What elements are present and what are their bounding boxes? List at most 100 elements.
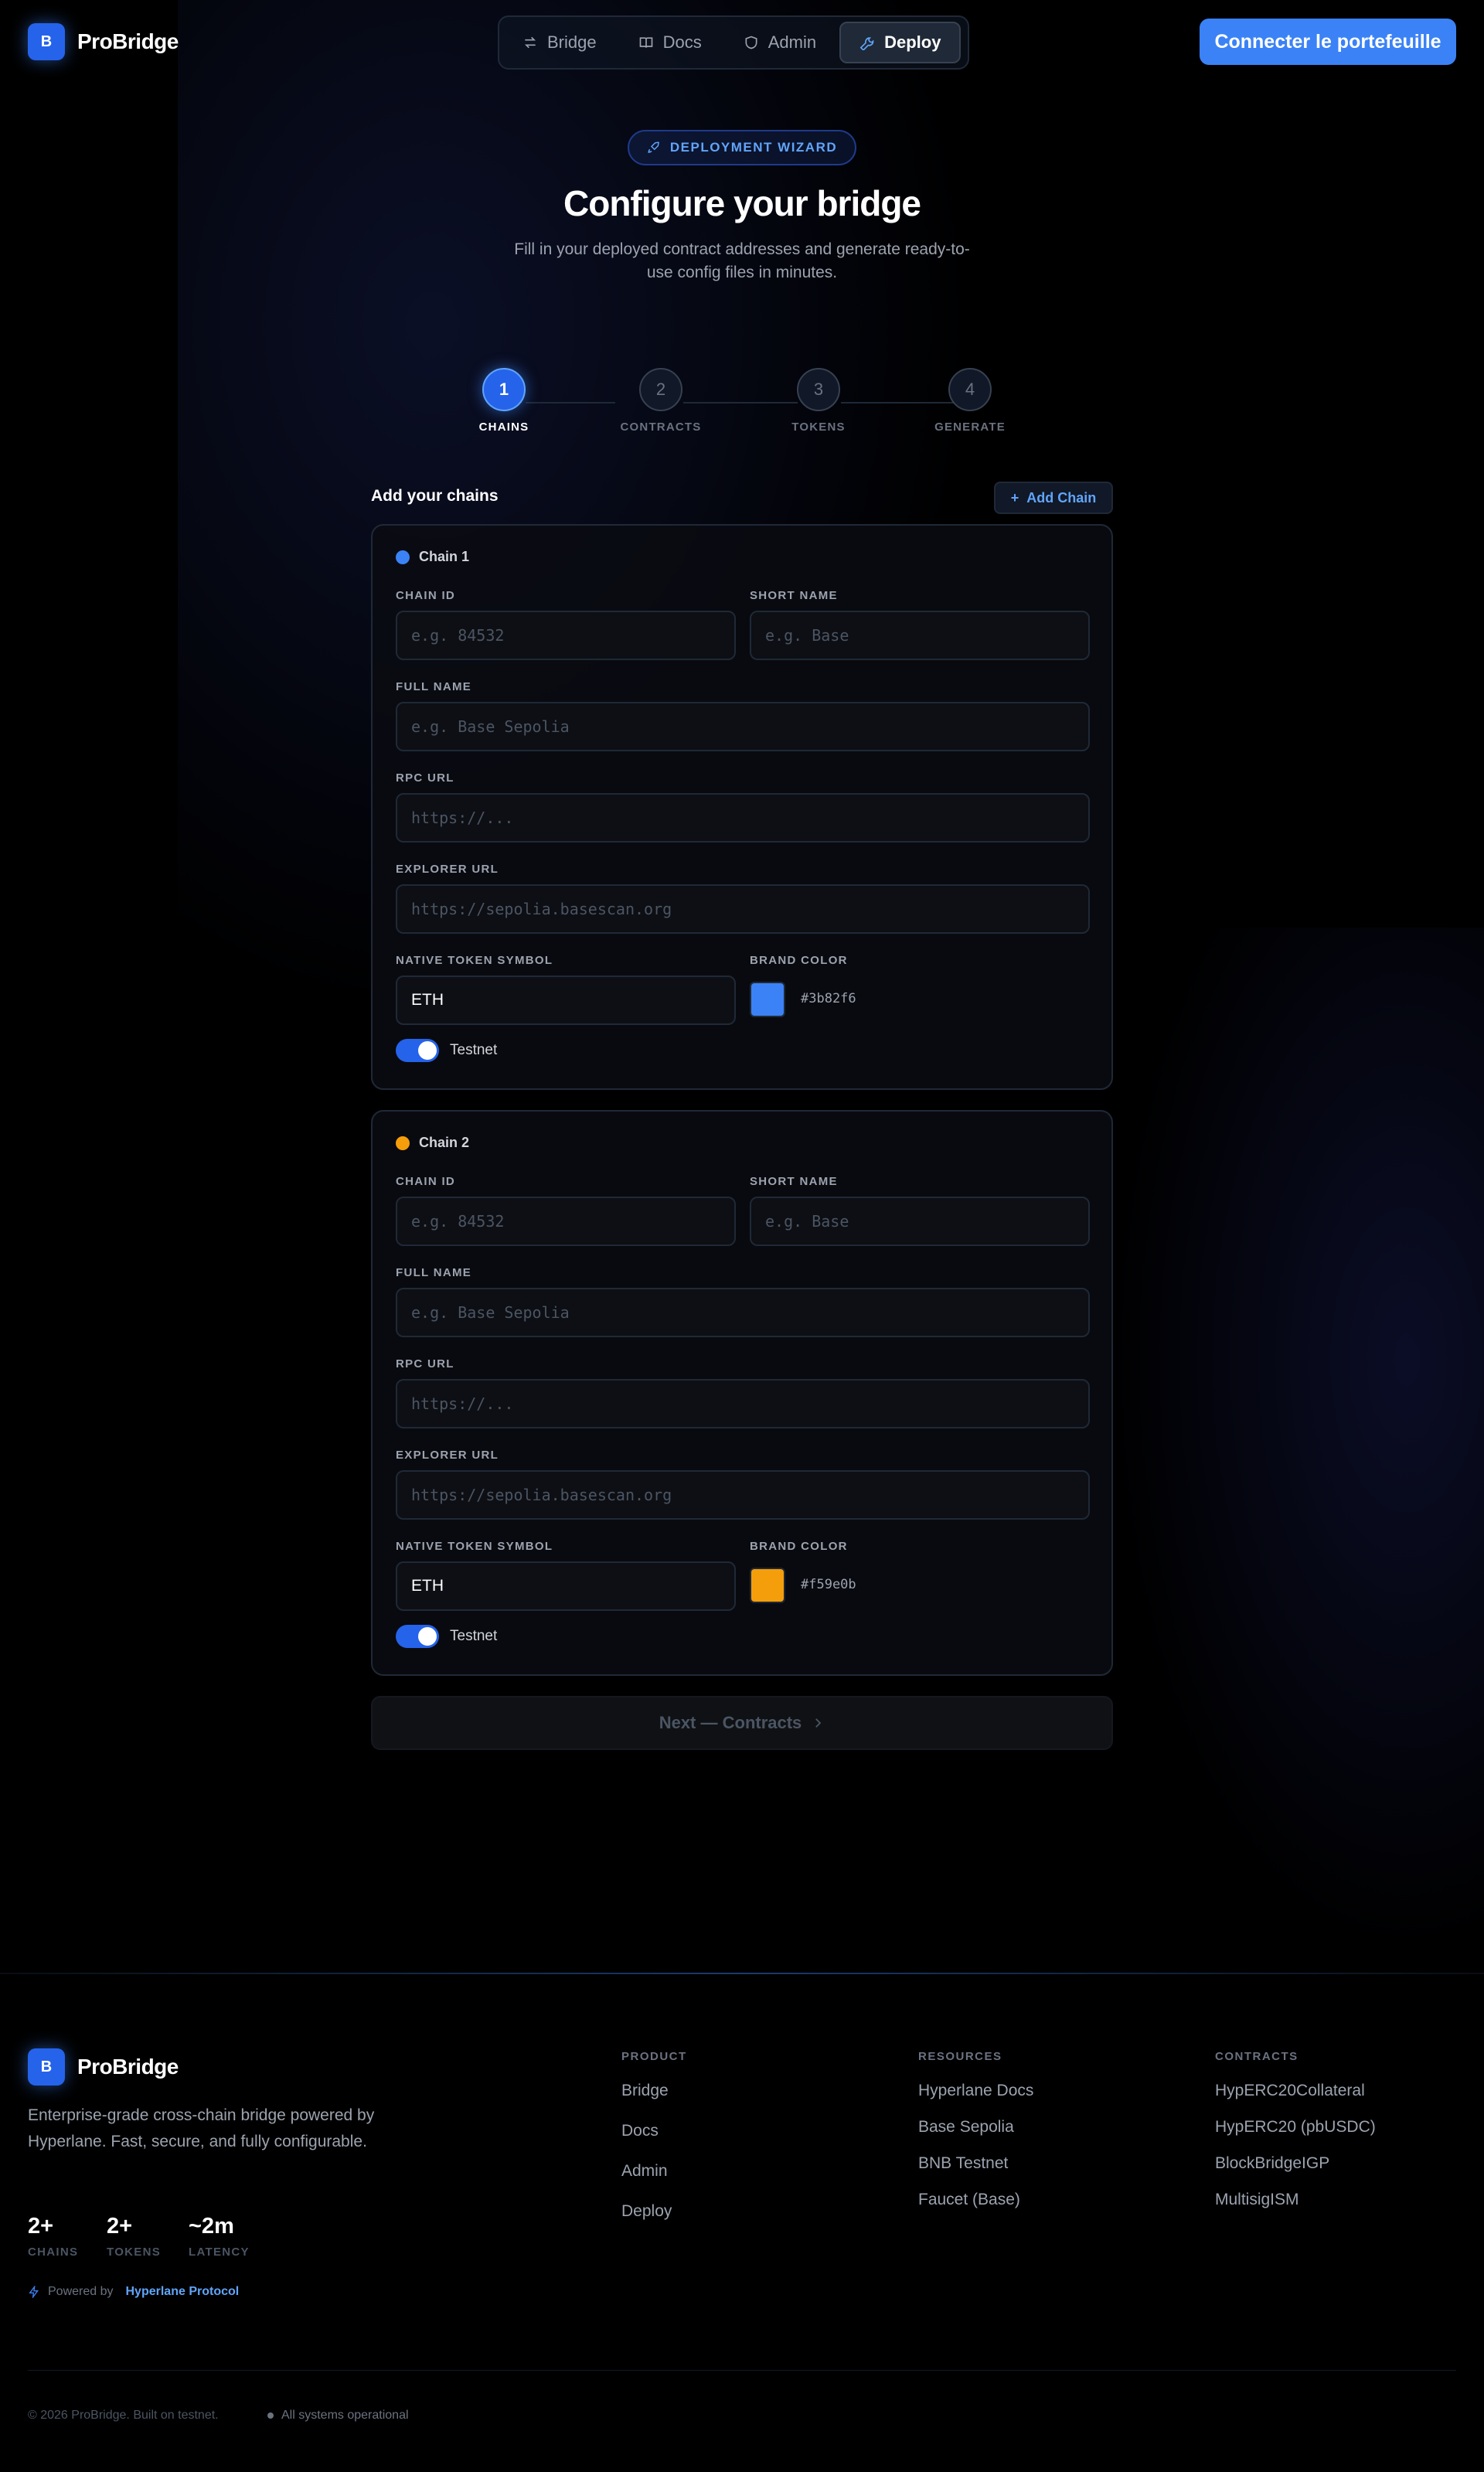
nav-item-label: Deploy bbox=[884, 32, 941, 52]
footer-link-base-sepolia[interactable]: Base Sepolia bbox=[918, 2118, 1033, 2137]
footer-divider bbox=[0, 1973, 1484, 1974]
footer-link-pbusdc[interactable]: HypERC20 (pbUSDC) bbox=[1215, 2118, 1376, 2137]
nav-item-label: Docs bbox=[662, 32, 702, 52]
footer-link-bridge[interactable]: Bridge bbox=[621, 2082, 687, 2100]
nav-item-docs[interactable]: Docs bbox=[620, 22, 720, 63]
rpc-url-input[interactable] bbox=[396, 1379, 1090, 1428]
footer-col-title: RESOURCES bbox=[918, 2050, 1002, 2063]
add-chain-label: Add Chain bbox=[1026, 489, 1097, 506]
book-icon bbox=[639, 37, 652, 48]
step-chains[interactable]: 1 CHAINS bbox=[458, 368, 550, 434]
bolt-icon bbox=[29, 2286, 39, 2298]
step-label: CONTRACTS bbox=[620, 421, 702, 434]
toggle-knob bbox=[418, 1041, 437, 1060]
stat-label: TOKENS bbox=[107, 2246, 162, 2259]
rpc-url-label: RPC URL bbox=[396, 1357, 454, 1370]
footer-col-contracts: CONTRACTS HypERC20Collateral HypERC20 (p… bbox=[1215, 2050, 1376, 2227]
toggle-knob bbox=[418, 1627, 437, 1646]
step-generate[interactable]: 4 GENERATE bbox=[924, 368, 1016, 434]
short-name-input[interactable] bbox=[750, 1197, 1090, 1246]
chain-card: Chain 2 CHAIN ID SHORT NAME FULL NAME RP… bbox=[371, 1110, 1113, 1676]
plus-icon: + bbox=[1010, 489, 1019, 506]
status-label: All systems operational bbox=[281, 2409, 409, 2422]
brand-color-swatch[interactable] bbox=[750, 982, 785, 1017]
footer-link-igp[interactable]: BlockBridgeIGP bbox=[1215, 2154, 1376, 2173]
powered-by-label: Powered by bbox=[48, 2285, 114, 2298]
explorer-url-input[interactable] bbox=[396, 1470, 1090, 1520]
full-name-input[interactable] bbox=[396, 1288, 1090, 1337]
brand[interactable]: B ProBridge bbox=[28, 23, 179, 60]
nav-item-bridge[interactable]: Bridge bbox=[504, 22, 615, 63]
page-title: Configure your bridge bbox=[563, 183, 921, 223]
explorer-url-label: EXPLORER URL bbox=[396, 863, 499, 876]
shield-icon bbox=[745, 36, 757, 49]
rpc-url-label: RPC URL bbox=[396, 771, 454, 785]
native-token-label: NATIVE TOKEN SYMBOL bbox=[396, 1540, 553, 1553]
short-name-label: SHORT NAME bbox=[750, 1175, 838, 1188]
short-name-input[interactable] bbox=[750, 611, 1090, 660]
next-button-label: Next — Contracts bbox=[659, 1713, 802, 1732]
chain-name: Chain 2 bbox=[419, 1135, 470, 1150]
footer-logo: B bbox=[28, 2048, 65, 2086]
rocket-icon bbox=[648, 141, 659, 153]
full-name-label: FULL NAME bbox=[396, 680, 472, 693]
connect-wallet-button[interactable]: Connecter le portefeuille bbox=[1200, 19, 1456, 65]
stat-value: 2+ bbox=[107, 2214, 133, 2239]
chain-id-label: CHAIN ID bbox=[396, 589, 456, 602]
footer-link-docs[interactable]: Docs bbox=[621, 2122, 687, 2140]
explorer-url-input[interactable] bbox=[396, 884, 1090, 934]
step-tokens[interactable]: 3 TOKENS bbox=[772, 368, 865, 434]
nav-item-deploy[interactable]: Deploy bbox=[839, 22, 962, 63]
footer-link-collateral[interactable]: HypERC20Collateral bbox=[1215, 2082, 1376, 2100]
page-subtitle: Fill in your deployed contract addresses… bbox=[514, 240, 970, 281]
nav-item-label: Admin bbox=[768, 32, 817, 52]
footer-col-product: PRODUCT Bridge Docs Admin Deploy bbox=[621, 2050, 687, 2242]
step-number: 1 bbox=[482, 368, 526, 411]
native-token-input[interactable] bbox=[396, 976, 736, 1025]
full-name-label: FULL NAME bbox=[396, 1266, 472, 1279]
chain-id-label: CHAIN ID bbox=[396, 1175, 456, 1188]
footer-bottom-divider bbox=[28, 2370, 1456, 2371]
rpc-url-input[interactable] bbox=[396, 793, 1090, 843]
footer-link-hyperlane-docs[interactable]: Hyperlane Docs bbox=[918, 2082, 1033, 2100]
testnet-toggle[interactable] bbox=[396, 1039, 439, 1062]
wrench-icon bbox=[859, 37, 874, 50]
full-name-input[interactable] bbox=[396, 702, 1090, 751]
stat-value: ~2m bbox=[189, 2214, 234, 2239]
footer-link-admin[interactable]: Admin bbox=[621, 2162, 687, 2181]
explorer-url-label: EXPLORER URL bbox=[396, 1449, 499, 1462]
step-contracts[interactable]: 2 CONTRACTS bbox=[614, 368, 707, 434]
footer-link-ism[interactable]: MultisigISM bbox=[1215, 2191, 1376, 2209]
hyperlane-protocol-link[interactable]: Hyperlane Protocol bbox=[126, 2285, 240, 2299]
chain-color-dot bbox=[396, 550, 410, 564]
stat-value: 2+ bbox=[28, 2214, 54, 2239]
footer-brand[interactable]: B ProBridge bbox=[28, 2048, 179, 2086]
stat-latency: ~2m LATENCY bbox=[189, 2214, 250, 2259]
footer-col-resources: RESOURCES Hyperlane Docs Base Sepolia BN… bbox=[918, 2050, 1033, 2227]
section-title: Add your chains bbox=[371, 487, 499, 505]
top-header: B ProBridge Bridge Docs Admin Deploy Con… bbox=[0, 0, 1484, 83]
footer-link-deploy[interactable]: Deploy bbox=[621, 2202, 687, 2221]
footer-link-faucet[interactable]: Faucet (Base) bbox=[918, 2191, 1033, 2209]
brand-color-label: BRAND COLOR bbox=[750, 954, 848, 967]
native-token-label: NATIVE TOKEN SYMBOL bbox=[396, 954, 553, 967]
footer-link-bnb-testnet[interactable]: BNB Testnet bbox=[918, 2154, 1033, 2173]
testnet-label: Testnet bbox=[450, 1042, 498, 1058]
chain-color-dot bbox=[396, 1136, 410, 1150]
footer-description: Enterprise-grade cross-chain bridge powe… bbox=[28, 2106, 375, 2150]
stat-tokens: 2+ TOKENS bbox=[107, 2214, 161, 2259]
brand-name: ProBridge bbox=[77, 29, 179, 53]
status-dot bbox=[267, 2412, 274, 2419]
testnet-toggle[interactable] bbox=[396, 1625, 439, 1648]
step-number: 2 bbox=[639, 368, 682, 411]
native-token-input[interactable] bbox=[396, 1561, 736, 1611]
next-contracts-button[interactable]: Next — Contracts bbox=[371, 1696, 1113, 1750]
brand-color-swatch[interactable] bbox=[750, 1568, 785, 1603]
add-chain-button[interactable]: + Add Chain bbox=[994, 482, 1113, 514]
step-label: TOKENS bbox=[791, 421, 846, 434]
chain-id-input[interactable] bbox=[396, 1197, 736, 1246]
nav-item-admin[interactable]: Admin bbox=[725, 22, 835, 63]
chain-id-input[interactable] bbox=[396, 611, 736, 660]
step-label: GENERATE bbox=[934, 421, 1006, 434]
stat-label: LATENCY bbox=[189, 2246, 250, 2259]
